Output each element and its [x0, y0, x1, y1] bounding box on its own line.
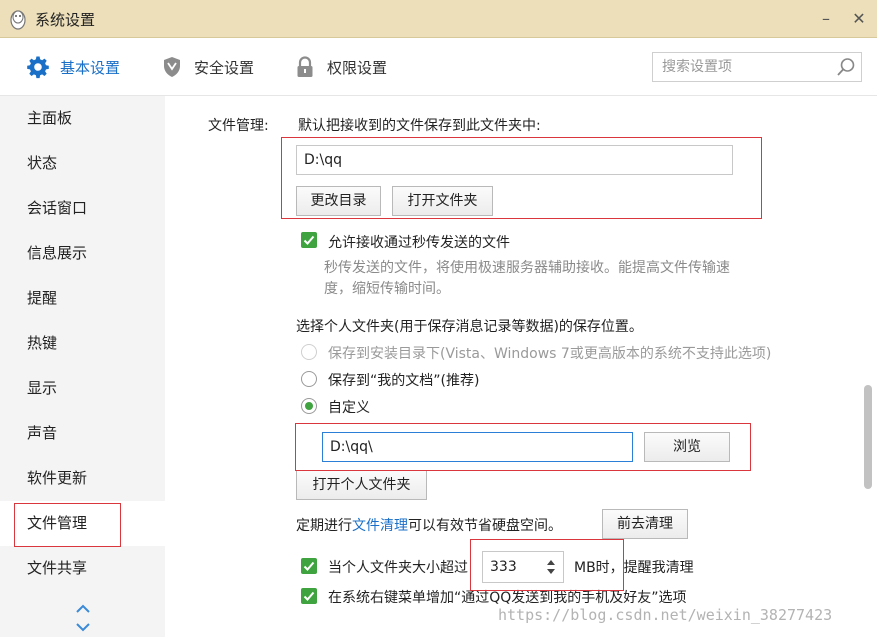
sidebar-item-main-panel[interactable]: 主面板 [0, 96, 165, 141]
size-reminder-prefix: 当个人文件夹大小超过 [328, 560, 468, 576]
tab-basic-settings-label: 基本设置 [60, 58, 121, 77]
lock-icon [297, 56, 313, 77]
radio-custom-label: 自定义 [328, 400, 370, 416]
cleanup-prefix: 定期进行 [296, 518, 352, 534]
sidebar-item-sound[interactable]: 声音 [0, 411, 165, 456]
tab-permission-settings-label: 权限设置 [327, 58, 388, 77]
radio-install-dir [301, 344, 317, 360]
sidebar-item-reminders[interactable]: 提醒 [0, 276, 165, 321]
window-title: 系统设置 [35, 11, 96, 29]
radio-install-dir-label: 保存到安装目录下(Vista、Windows 7或更高版本的系统不支持此选项) [328, 346, 772, 362]
qq-penguin-icon [10, 10, 26, 30]
sidebar-item-chat-window[interactable]: 会话窗口 [0, 186, 165, 231]
sidebar-item-file-sharing[interactable]: 文件共享 [0, 546, 165, 591]
flash-transfer-checkbox[interactable] [301, 232, 317, 248]
search-input[interactable] [653, 53, 828, 81]
file-cleanup-link[interactable]: 文件清理 [352, 518, 408, 534]
cleanup-text: 定期进行文件清理可以有效节省硬盘空间。 [296, 515, 562, 535]
size-reminder-suffix: MB时，提醒我清理 [574, 560, 694, 576]
custom-path-field[interactable]: D:\qq\ [322, 432, 633, 462]
flash-transfer-desc-line1: 秒传发送的文件，将使用极速服务器辅助接收。能提高文件传输速 [324, 260, 730, 276]
stepper-arrows-icon[interactable] [545, 557, 557, 577]
personal-folder-label: 选择个人文件夹(用于保存消息记录等数据)的保存位置。 [296, 319, 643, 335]
flash-transfer-desc-line2: 度，缩短传输时间。 [324, 281, 450, 297]
tab-basic-settings[interactable]: 基本设置 [26, 38, 120, 96]
sidebar-item-display[interactable]: 显示 [0, 366, 165, 411]
tab-permission-settings[interactable]: 权限设置 [293, 38, 387, 96]
size-reminder-checkbox[interactable] [301, 558, 317, 574]
checkmark-icon [303, 235, 315, 245]
watermark: https://blog.csdn.net/weixin_38277423 [498, 606, 833, 624]
sidebar: 主面板 状态 会话窗口 信息展示 提醒 热键 显示 声音 软件更新 文件管理 文… [0, 96, 165, 637]
close-button[interactable]: ✕ [848, 8, 870, 30]
tab-security-settings[interactable]: 安全设置 [160, 38, 254, 96]
minimize-button[interactable]: – [815, 8, 837, 30]
top-tabs: 基本设置 安全设置 权限设置 [0, 38, 877, 96]
sidebar-item-hotkeys[interactable]: 热键 [0, 321, 165, 366]
open-personal-folder-button[interactable]: 打开个人文件夹 [296, 470, 427, 500]
section-label: 文件管理: [208, 118, 269, 134]
size-limit-stepper[interactable]: 333 [482, 551, 564, 583]
tab-security-settings-label: 安全设置 [194, 58, 255, 77]
change-directory-button[interactable]: 更改目录 [296, 186, 381, 216]
size-limit-value: 333 [490, 559, 517, 575]
search-box [652, 52, 862, 82]
open-folder-button[interactable]: 打开文件夹 [392, 186, 493, 216]
go-cleanup-button[interactable]: 前去清理 [602, 509, 688, 539]
radio-my-documents[interactable] [301, 371, 317, 387]
sidebar-item-status[interactable]: 状态 [0, 141, 165, 186]
checkmark-icon [303, 561, 315, 571]
browse-button[interactable]: 浏览 [644, 432, 730, 462]
title-bar: 系统设置 – ✕ [0, 0, 877, 38]
gear-icon [27, 56, 49, 79]
context-menu-checkbox[interactable] [301, 588, 317, 604]
checkmark-icon [303, 591, 315, 601]
shield-icon [164, 57, 180, 77]
radio-custom[interactable] [301, 398, 317, 414]
cleanup-suffix: 可以有效节省硬盘空间。 [408, 518, 562, 534]
radio-my-documents-label: 保存到“我的文档”(推荐) [328, 373, 480, 389]
flash-transfer-label: 允许接收通过秒传发送的文件 [328, 235, 510, 251]
search-icon[interactable] [835, 56, 857, 78]
content-scrollbar[interactable] [864, 385, 872, 489]
sidebar-item-info-display[interactable]: 信息展示 [0, 231, 165, 276]
sidebar-item-file-management[interactable]: 文件管理 [0, 501, 165, 546]
default-save-label: 默认把接收到的文件保存到此文件夹中: [298, 118, 541, 134]
default-save-path-field[interactable]: D:\qq [296, 145, 733, 175]
sidebar-item-software-update[interactable]: 软件更新 [0, 456, 165, 501]
sidebar-scroll-arrows-icon[interactable] [74, 602, 92, 634]
context-menu-label: 在系统右键菜单增加“通过QQ发送到我的手机及好友”选项 [328, 590, 687, 606]
file-management-panel: 文件管理: 默认把接收到的文件保存到此文件夹中: D:\qq 更改目录 打开文件… [165, 96, 877, 637]
